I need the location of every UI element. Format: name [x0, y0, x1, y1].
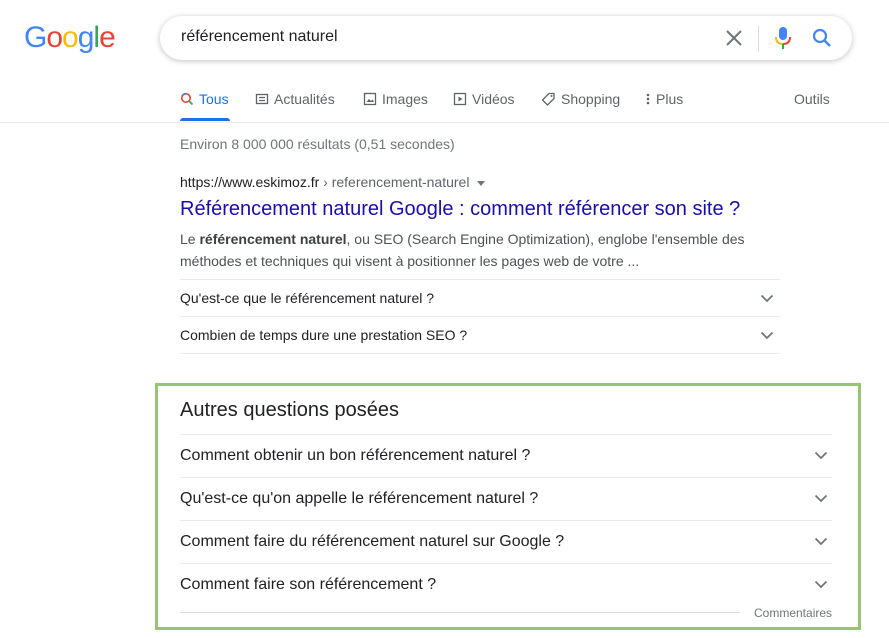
logo-letter: g [77, 21, 95, 54]
result-stats: Environ 8 000 000 résultats (0,51 second… [180, 136, 455, 152]
search-icon[interactable] [811, 27, 833, 49]
search-input[interactable]: référencement naturel [181, 28, 338, 46]
logo-letter: o [46, 21, 63, 54]
paa-question[interactable]: Comment faire son référencement ? [180, 564, 832, 606]
paa-list: Comment obtenir un bon référencement nat… [180, 434, 832, 606]
chevron-down-icon [814, 576, 828, 594]
snippet-text: Le [180, 231, 200, 247]
paa-question-label: Comment obtenir un bon référencement nat… [180, 447, 531, 464]
result-snippet: Le référencement naturel, ou SEO (Search… [180, 228, 780, 272]
logo-letter: o [62, 21, 79, 54]
tab-label: Tous [199, 91, 229, 107]
tab-label: Actualités [274, 91, 335, 107]
logo-letter: G [24, 21, 47, 54]
tab-more[interactable]: Plus [645, 91, 683, 107]
tab-label: Vidéos [472, 91, 515, 107]
chevron-down-icon [760, 290, 774, 306]
sitelink-item[interactable]: Qu'est-ce que le référencement naturel ? [180, 280, 780, 317]
tab-label: Shopping [561, 91, 621, 107]
image-icon [363, 92, 377, 106]
caret-down-icon[interactable] [477, 180, 486, 186]
paa-question[interactable]: Comment obtenir un bon référencement nat… [180, 435, 832, 478]
search-tabs: Tous Actualités Images Vidéos Shopping P… [0, 80, 889, 123]
result-url[interactable]: https://www.eskimoz.fr › referencement-n… [180, 174, 486, 190]
sitelink-label: Combien de temps dure une prestation SEO… [180, 327, 468, 343]
paa-question-label: Qu'est-ce qu'on appelle le référencement… [180, 490, 539, 507]
more-vert-icon [645, 92, 651, 106]
snippet-highlight: référencement naturel [199, 231, 347, 247]
sitelink-label: Qu'est-ce que le référencement naturel ? [180, 290, 435, 306]
result-domain: https://www.eskimoz.fr [180, 174, 320, 190]
chevron-down-icon [814, 533, 828, 551]
tab-label: Images [382, 91, 428, 107]
active-tab-indicator [180, 118, 230, 121]
paa-question[interactable]: Qu'est-ce qu'on appelle le référencement… [180, 478, 832, 521]
tab-shopping[interactable]: Shopping [541, 91, 620, 107]
tab-news[interactable]: Actualités [255, 91, 335, 107]
chevron-down-icon [760, 327, 774, 343]
paa-question[interactable]: Comment faire du référencement naturel s… [180, 521, 832, 564]
sitelink-item[interactable]: Combien de temps dure une prestation SEO… [180, 317, 780, 354]
result-path: › referencement-naturel [319, 174, 470, 190]
tools-button[interactable]: Outils [794, 91, 830, 107]
microphone-icon[interactable] [773, 25, 793, 51]
google-logo[interactable]: Google [24, 21, 116, 55]
logo-letter: e [99, 21, 116, 54]
search-divider [758, 26, 759, 52]
sitelinks: Qu'est-ce que le référencement naturel ?… [180, 279, 780, 354]
tab-videos[interactable]: Vidéos [453, 91, 515, 107]
tools-label: Outils [794, 91, 830, 107]
paa-footer-divider [180, 612, 740, 613]
paa-question-label: Comment faire du référencement naturel s… [180, 533, 565, 550]
news-icon [255, 92, 269, 106]
video-icon [453, 92, 467, 106]
result-title-link[interactable]: Référencement naturel Google : comment r… [180, 198, 740, 221]
close-icon[interactable] [724, 27, 744, 49]
chevron-down-icon [814, 447, 828, 465]
tab-label: Plus [656, 91, 684, 107]
paa-question-label: Comment faire son référencement ? [180, 576, 437, 593]
chevron-down-icon [814, 490, 828, 508]
search-box[interactable]: référencement naturel [160, 16, 852, 60]
tab-images[interactable]: Images [363, 91, 428, 107]
tag-icon [541, 92, 556, 106]
tab-all[interactable]: Tous [180, 91, 229, 107]
paa-title: Autres questions posées [180, 399, 400, 421]
feedback-link[interactable]: Commentaires [754, 606, 832, 620]
search-icon [180, 92, 194, 106]
